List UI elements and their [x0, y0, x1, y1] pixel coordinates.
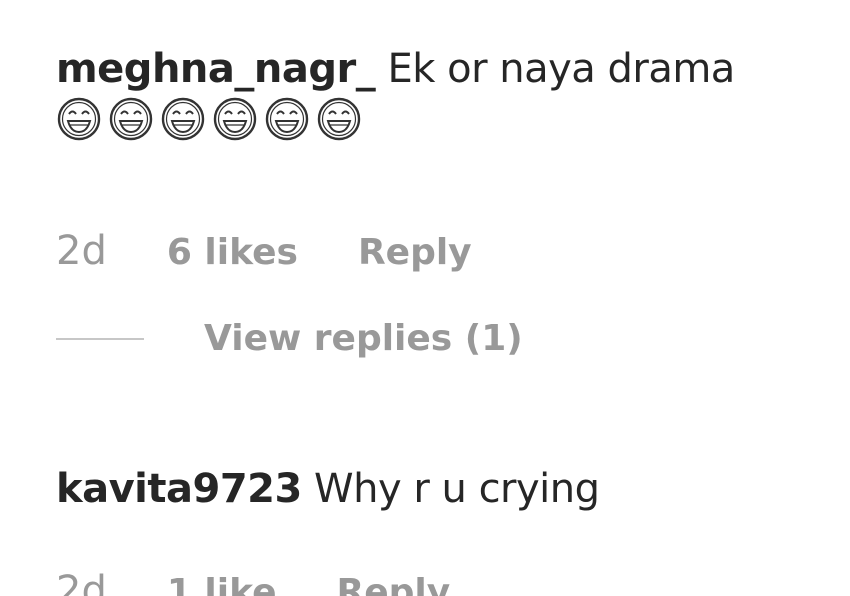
- comment-timestamp[interactable]: 2d: [56, 228, 107, 274]
- comment-body: meghna_nagr_ Ek or naya drama: [56, 40, 826, 98]
- comment-body: kavita9723 Why r u crying: [56, 460, 826, 518]
- comment-text: Ek or naya drama: [387, 46, 735, 92]
- comment-meta: 2d 1 like Reply: [56, 568, 450, 596]
- comment-item: meghna_nagr_ Ek or naya drama: [56, 40, 826, 142]
- comment-meta: 2d 6 likes Reply: [56, 228, 472, 274]
- grinning-face-icon: [317, 97, 361, 141]
- grinning-face-icon: [57, 97, 101, 141]
- grinning-face-icon: [109, 97, 153, 141]
- grinning-face-icon: [213, 97, 257, 141]
- comment-likes-count[interactable]: 1 like: [167, 572, 277, 596]
- grinning-face-icon: [161, 97, 205, 141]
- reply-button[interactable]: Reply: [337, 572, 451, 596]
- comment-timestamp[interactable]: 2d: [56, 568, 107, 596]
- emoji-row: [56, 96, 362, 142]
- comment-username[interactable]: kavita9723: [56, 466, 302, 512]
- grinning-face-icon: [265, 97, 309, 141]
- replies-divider: [56, 337, 144, 340]
- reply-button[interactable]: Reply: [358, 232, 472, 273]
- comment-text: Why r u crying: [314, 466, 600, 512]
- view-replies-row: View replies (1): [56, 318, 523, 359]
- comment-item: kavita9723 Why r u crying: [56, 460, 826, 518]
- comment-username[interactable]: meghna_nagr_: [56, 46, 376, 92]
- view-replies-button[interactable]: View replies (1): [204, 318, 523, 359]
- comments-list: meghna_nagr_ Ek or naya drama 2d 6 likes…: [0, 0, 850, 596]
- comment-likes-count[interactable]: 6 likes: [167, 232, 298, 273]
